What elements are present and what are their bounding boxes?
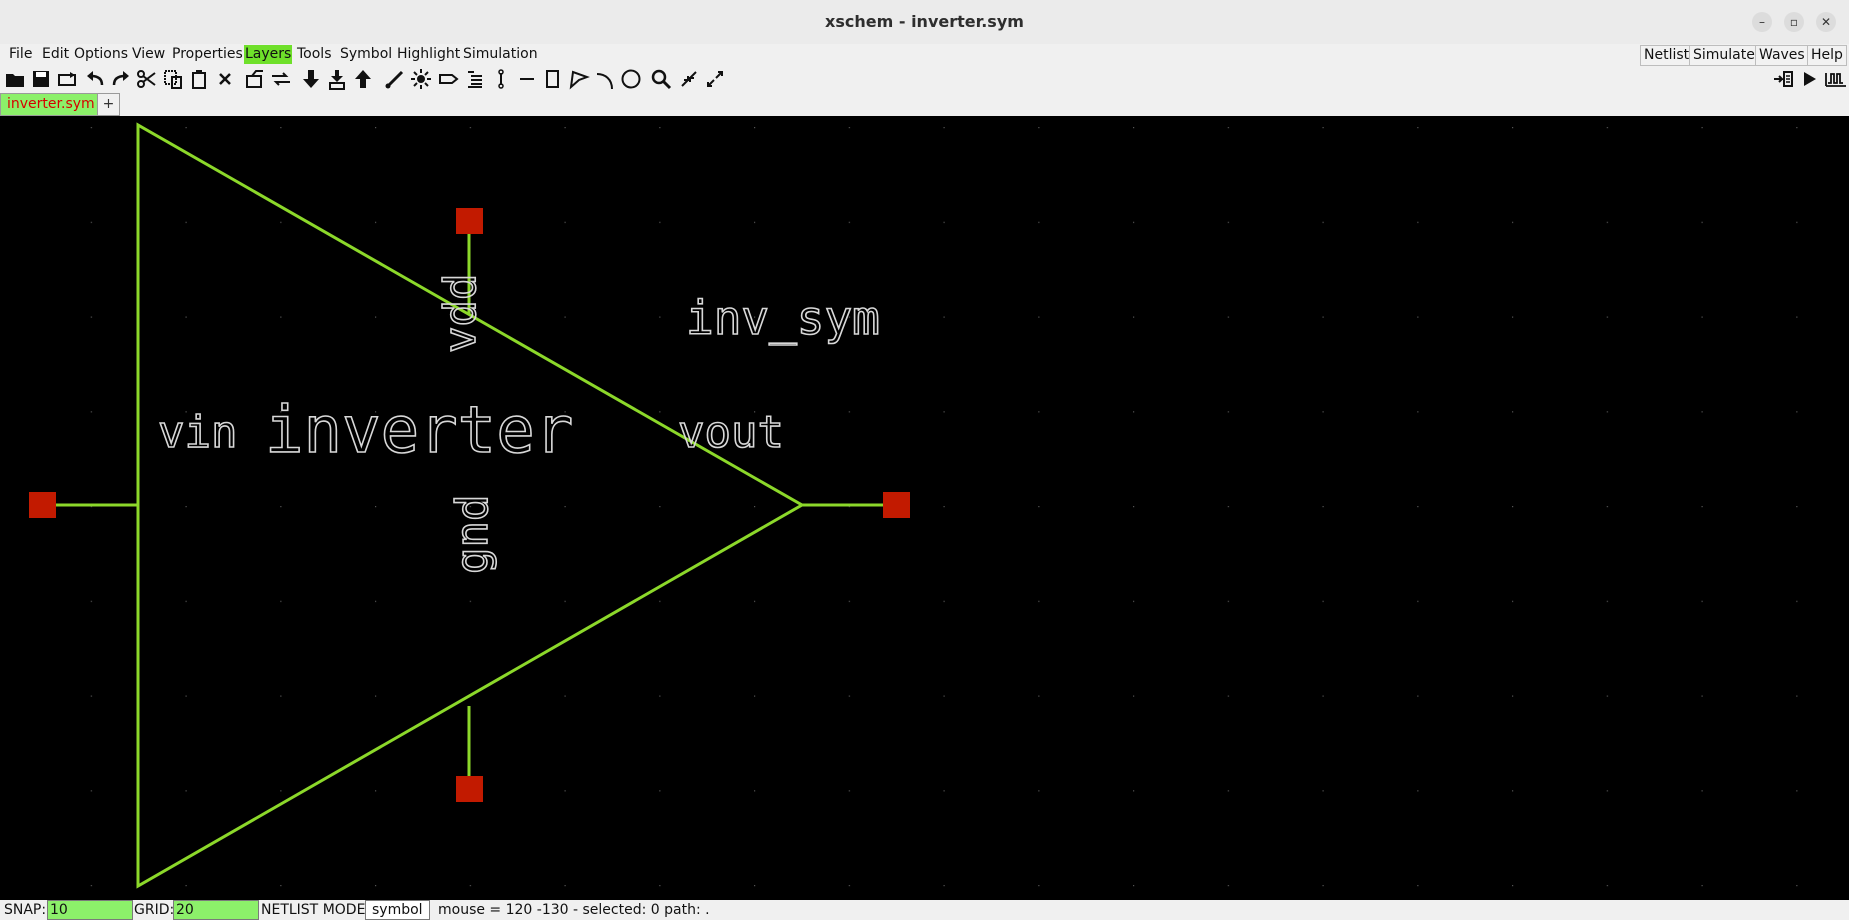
text-icon[interactable]	[464, 68, 486, 90]
new-tab-button[interactable]: +	[97, 93, 120, 116]
maximize-button[interactable]: ▫	[1784, 12, 1804, 32]
menu-view[interactable]: View	[131, 45, 166, 64]
symbol-type-label: inverter	[265, 394, 573, 468]
ascend-icon[interactable]	[352, 68, 374, 90]
paste-icon[interactable]	[188, 68, 210, 90]
status-bar: SNAP: 10 GRID: 20 NETLIST MODE: symbol m…	[0, 900, 1849, 920]
netlist-mode-button[interactable]: symbol	[365, 900, 430, 920]
polygon-icon[interactable]	[568, 68, 590, 90]
netlist-icon[interactable]	[1772, 68, 1794, 90]
symbol-name-label: inv_sym	[686, 291, 880, 345]
schematic-canvas[interactable]: inv_sym inverter vin vout vdd gnd	[0, 116, 1849, 900]
pin-icon[interactable]	[438, 68, 460, 90]
zoom-full-icon[interactable]	[704, 68, 726, 90]
title-bar: xschem - inverter.sym – ▫ ✕	[0, 0, 1849, 45]
menu-simulation[interactable]: Simulation	[462, 45, 539, 64]
status-info: mouse = 120 -130 - selected: 0 path: .	[438, 902, 710, 918]
move-icon[interactable]	[270, 68, 292, 90]
tab-bar: inverter.sym +	[0, 92, 1849, 116]
pin-label-gnd: gnd	[447, 495, 498, 574]
menu-highlight[interactable]: Highlight	[396, 45, 461, 64]
netlist-button[interactable]: Netlist	[1640, 45, 1694, 66]
push-icon[interactable]	[244, 68, 266, 90]
pin-box-gnd[interactable]	[456, 776, 483, 802]
window-title: xschem - inverter.sym	[825, 12, 1024, 31]
menu-symbol[interactable]: Symbol	[339, 45, 393, 64]
menu-tools[interactable]: Tools	[296, 45, 333, 64]
pin-label-vdd: vdd	[435, 274, 486, 353]
close-button[interactable]: ✕	[1816, 12, 1836, 32]
tab-inverter-sym[interactable]: inverter.sym	[0, 93, 102, 116]
pin-box-vin[interactable]	[29, 492, 56, 518]
menu-options[interactable]: Options	[73, 45, 129, 64]
menu-edit[interactable]: Edit	[41, 45, 70, 64]
line-icon[interactable]	[516, 68, 538, 90]
grid-input[interactable]: 20	[173, 900, 259, 920]
pin-box-vdd[interactable]	[456, 208, 483, 234]
waves-button[interactable]: Waves	[1755, 45, 1809, 66]
redo-icon[interactable]	[110, 68, 132, 90]
minimize-button[interactable]: –	[1752, 12, 1772, 32]
descend-icon[interactable]	[300, 68, 322, 90]
snap-label: SNAP:	[4, 902, 47, 918]
help-button[interactable]: Help	[1807, 45, 1847, 66]
rect-icon[interactable]	[542, 68, 564, 90]
menu-bar: File Edit Options View Properties Layers…	[0, 44, 1849, 66]
symbol-icon[interactable]	[326, 68, 348, 90]
snap-input[interactable]: 10	[47, 900, 133, 920]
pin-box-vout[interactable]	[883, 492, 910, 518]
canvas-svg: inv_sym inverter vin vout vdd gnd	[0, 116, 1849, 900]
zoom-in-icon[interactable]	[678, 68, 700, 90]
menu-file[interactable]: File	[8, 45, 33, 64]
simulate-button[interactable]: Simulate	[1689, 45, 1759, 66]
undo-icon[interactable]	[84, 68, 106, 90]
arc-icon[interactable]	[594, 68, 616, 90]
reload-icon[interactable]	[56, 68, 78, 90]
grid-dots	[0, 116, 1849, 900]
menu-layers[interactable]: Layers	[244, 45, 293, 64]
circle-icon[interactable]	[620, 68, 642, 90]
save-icon[interactable]	[30, 68, 52, 90]
grid-label: GRID:	[134, 902, 175, 918]
delete-icon[interactable]	[214, 68, 236, 90]
menu-properties[interactable]: Properties	[171, 45, 244, 64]
pin-label-vout: vout	[678, 407, 784, 458]
net-label-icon[interactable]	[490, 68, 512, 90]
wire-icon[interactable]	[384, 68, 406, 90]
copy-icon[interactable]	[162, 68, 184, 90]
open-icon[interactable]	[4, 68, 26, 90]
netlist-mode-label: NETLIST MODE:	[261, 902, 371, 918]
zoom-icon[interactable]	[650, 68, 672, 90]
toolbar	[0, 66, 1849, 92]
highlight-icon[interactable]	[410, 68, 432, 90]
cut-icon[interactable]	[136, 68, 158, 90]
waves-icon[interactable]	[1824, 68, 1846, 90]
simulate-icon[interactable]	[1798, 68, 1820, 90]
pin-label-vin: vin	[158, 407, 237, 458]
